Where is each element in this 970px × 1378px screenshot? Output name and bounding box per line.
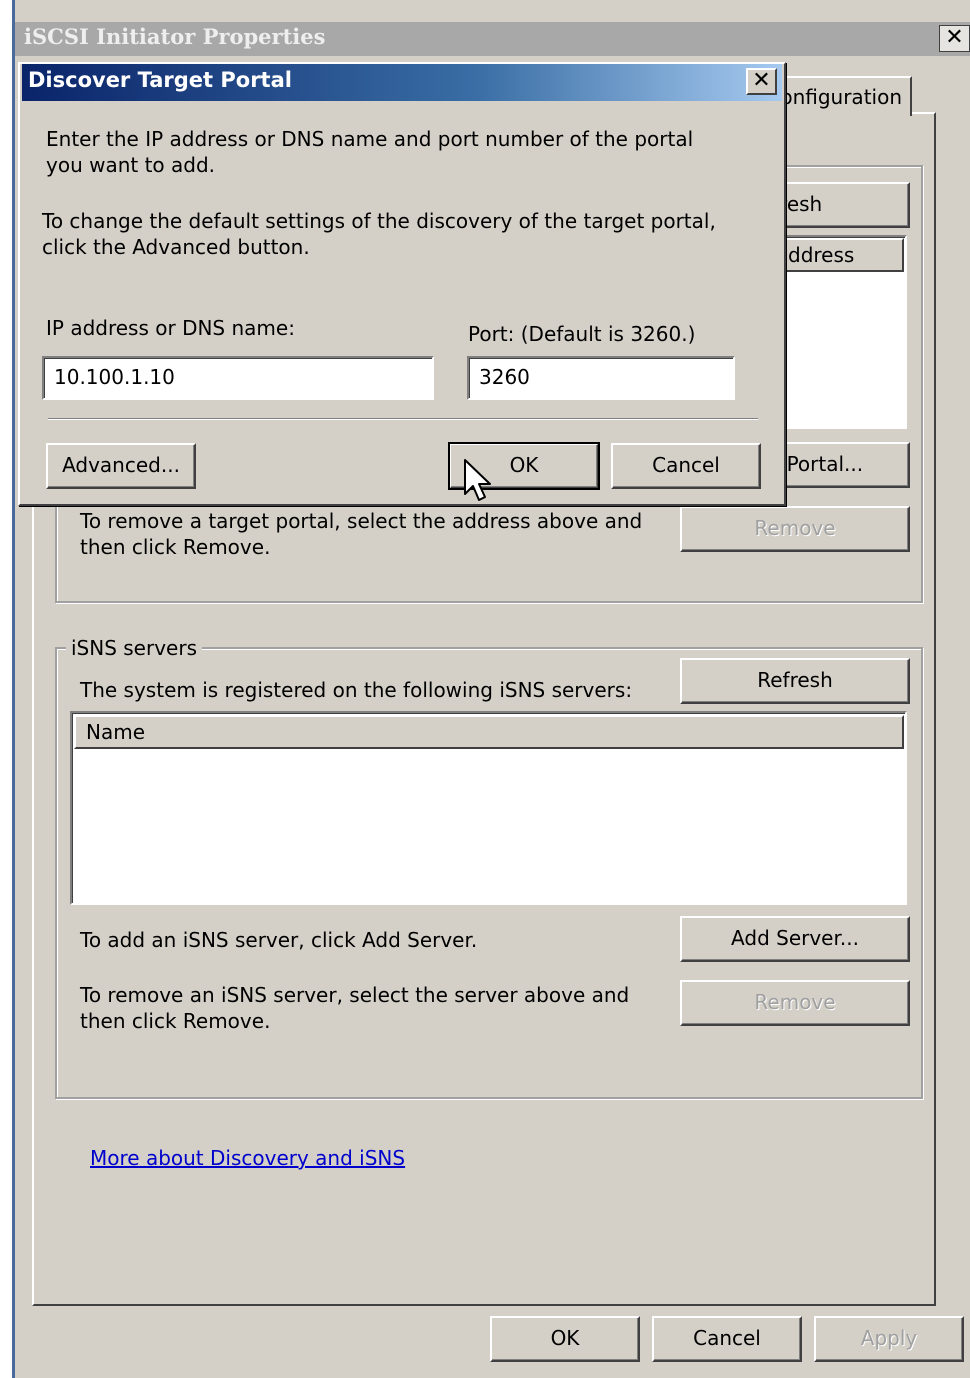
main-window-title: iSCSI Initiator Properties <box>24 24 326 49</box>
port-label: Port: (Default is 3260.) <box>468 322 696 346</box>
main-close-icon[interactable]: ✕ <box>939 25 970 52</box>
dialog-close-icon[interactable]: ✕ <box>746 68 777 95</box>
ip-address-label: IP address or DNS name: <box>46 316 295 340</box>
more-about-discovery-link[interactable]: More about Discovery and iSNS <box>90 1146 405 1170</box>
remove-portal-button[interactable]: Remove <box>680 506 910 552</box>
main-cancel-button[interactable]: Cancel <box>652 1316 802 1362</box>
column-header-name[interactable]: Name <box>74 715 904 749</box>
dialog-title: Discover Target Portal <box>28 68 292 92</box>
port-input[interactable]: 3260 <box>467 356 735 400</box>
remove-isns-instructions: To remove an iSNS server, select the ser… <box>80 983 630 1033</box>
ip-address-input[interactable]: 10.100.1.10 <box>42 356 434 400</box>
main-apply-button[interactable]: Apply <box>814 1316 964 1362</box>
isns-registered-label: The system is registered on the followin… <box>80 678 633 702</box>
remove-isns-button[interactable]: Remove <box>680 980 910 1026</box>
remove-portal-instructions: To remove a target portal, select the ad… <box>80 509 643 559</box>
add-server-button[interactable]: Add Server... <box>680 916 910 962</box>
isns-group-legend: iSNS servers <box>66 636 202 660</box>
dialog-cancel-button[interactable]: Cancel <box>611 443 761 489</box>
arrow-pointer-icon <box>464 459 491 501</box>
add-isns-instructions: To add an iSNS server, click Add Server. <box>80 928 478 952</box>
isns-refresh-button[interactable]: Refresh <box>680 658 910 704</box>
dialog-intro-text: Enter the IP address or DNS name and por… <box>46 127 694 177</box>
advanced-button[interactable]: Advanced... <box>46 443 196 489</box>
dialog-separator <box>48 418 758 420</box>
main-ok-button[interactable]: OK <box>490 1316 640 1362</box>
dialog-advanced-hint: To change the default settings of the di… <box>42 209 716 259</box>
